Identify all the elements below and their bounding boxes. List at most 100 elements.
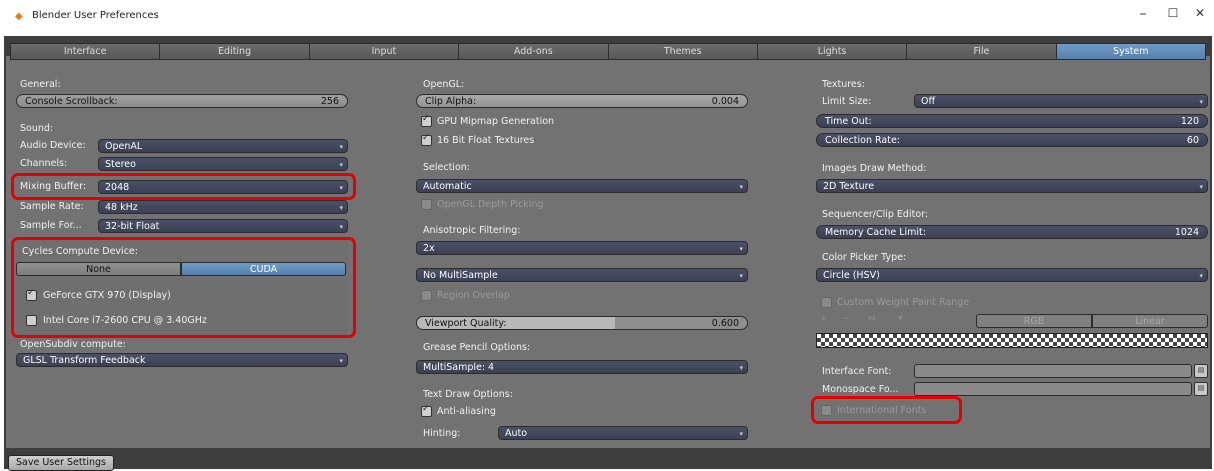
- dropdown-arrow-icon: ▾: [339, 161, 343, 169]
- hinting-dropdown[interactable]: Auto ▾: [498, 426, 748, 440]
- clip-alpha-label: Clip Alpha:: [425, 96, 477, 107]
- color-picker-dropdown[interactable]: Circle (HSV) ▾: [816, 268, 1208, 282]
- channels-dropdown[interactable]: Stereo ▾: [98, 157, 348, 171]
- timeout-field[interactable]: Time Out: 120: [816, 114, 1208, 128]
- highlight-cycles-device: [11, 237, 356, 338]
- console-scrollback-field[interactable]: Console Scrollback: 256: [16, 94, 348, 108]
- anisotropic-dropdown[interactable]: 2x ▾: [416, 241, 748, 255]
- multisample-dropdown[interactable]: No MultiSample ▾: [416, 268, 748, 282]
- custom-weight-label: Custom Weight Paint Range: [837, 297, 970, 308]
- limit-size-label: Limit Size:: [822, 96, 872, 107]
- monospace-font-input[interactable]: [914, 382, 1192, 396]
- ramp-remove-icon: −: [842, 314, 850, 324]
- viewport-quality-label: Viewport Quality:: [425, 318, 507, 329]
- dropdown-arrow-icon: ▾: [739, 430, 743, 438]
- textures-label: Textures:: [822, 79, 865, 90]
- weight-color-ramp[interactable]: [816, 333, 1208, 348]
- sample-rate-value: 48 kHz: [105, 202, 138, 213]
- ramp-flip-icon: ↔: [868, 314, 876, 324]
- highlight-mixing-buffer: [11, 173, 356, 200]
- selection-dropdown[interactable]: Automatic ▾: [416, 179, 748, 193]
- audio-device-label: Audio Device:: [20, 140, 86, 151]
- region-overlap-checkbox[interactable]: [421, 290, 432, 301]
- ramp-rgb-value: RGB: [1023, 316, 1045, 327]
- opensubdiv-dropdown[interactable]: GLSL Transform Feedback ▾: [16, 353, 348, 367]
- anti-aliasing-checkbox[interactable]: [421, 404, 432, 417]
- close-button[interactable]: ✕: [1188, 6, 1212, 20]
- hinting-label: Hinting:: [423, 428, 461, 439]
- window-titlebar: ◆ Blender User Preferences – ☐ ✕: [0, 0, 1214, 34]
- gpu-mipmap-checkbox[interactable]: [421, 114, 432, 127]
- tab-input[interactable]: Input: [308, 43, 459, 60]
- ramp-menu-icon: ▾: [898, 314, 903, 324]
- tab-system[interactable]: System: [1055, 43, 1206, 60]
- grease-pencil-dropdown[interactable]: MultiSample: 4 ▾: [416, 360, 748, 374]
- dropdown-arrow-icon: ▾: [739, 272, 743, 280]
- general-label: General:: [20, 79, 61, 90]
- tab-addons[interactable]: Add-ons: [458, 43, 608, 60]
- channels-label: Channels:: [20, 158, 68, 169]
- color-picker-label: Color Picker Type:: [822, 252, 907, 263]
- region-overlap-label: Region Overlap: [437, 290, 510, 301]
- limit-size-dropdown[interactable]: Off ▾: [914, 94, 1208, 108]
- memory-cache-field[interactable]: Memory Cache Limit: 1024: [816, 225, 1208, 239]
- folder-icon[interactable]: ▤: [1194, 382, 1208, 396]
- tab-themes[interactable]: Themes: [607, 43, 757, 60]
- opensubdiv-value: GLSL Transform Feedback: [23, 355, 146, 366]
- bottom-bar: [4, 450, 1212, 469]
- sound-label: Sound:: [20, 123, 54, 134]
- monospace-font-label: Monospace Fo...: [822, 384, 899, 395]
- tab-lights[interactable]: Lights: [756, 43, 907, 60]
- tab-editing[interactable]: Editing: [159, 43, 309, 60]
- ramp-toolbar: + − ↔ ▾: [816, 314, 976, 328]
- sample-format-label: Sample For...: [20, 220, 82, 231]
- dropdown-arrow-icon: ▾: [739, 364, 743, 372]
- anisotropic-label: Anisotropic Filtering:: [423, 225, 521, 236]
- multisample-value: No MultiSample: [423, 270, 498, 281]
- dropdown-arrow-icon: ▾: [339, 357, 343, 365]
- color-picker-value: Circle (HSV): [823, 270, 880, 281]
- audio-device-value: OpenAL: [105, 141, 143, 152]
- maximize-button[interactable]: ☐: [1161, 6, 1185, 20]
- viewport-quality-slider[interactable]: Viewport Quality: 0.600: [416, 316, 748, 330]
- float-textures-label: 16 Bit Float Textures: [437, 135, 535, 146]
- tab-file[interactable]: File: [906, 43, 1056, 60]
- viewport-quality-value: 0.600: [711, 318, 739, 329]
- memory-cache-label: Memory Cache Limit:: [825, 227, 926, 238]
- ramp-linear-dropdown[interactable]: Linear: [1092, 314, 1208, 328]
- folder-icon[interactable]: ▤: [1194, 364, 1208, 378]
- audio-device-dropdown[interactable]: OpenAL ▾: [98, 139, 348, 153]
- depth-picking-checkbox[interactable]: [421, 199, 432, 210]
- interface-font-label: Interface Font:: [822, 366, 892, 377]
- dropdown-arrow-icon: ▾: [339, 143, 343, 151]
- sample-rate-label: Sample Rate:: [20, 201, 84, 212]
- channels-value: Stereo: [105, 159, 136, 170]
- ramp-add-icon: +: [820, 314, 828, 324]
- collection-rate-field[interactable]: Collection Rate: 60: [816, 133, 1208, 147]
- gpu-mipmap-label: GPU Mipmap Generation: [437, 116, 555, 127]
- sample-format-dropdown[interactable]: 32-bit Float ▾: [98, 219, 348, 233]
- images-draw-dropdown[interactable]: 2D Texture ▾: [816, 179, 1208, 193]
- sample-rate-dropdown[interactable]: 48 kHz ▾: [98, 200, 348, 214]
- highlight-international-fonts: [811, 396, 962, 424]
- float-textures-checkbox[interactable]: [421, 133, 432, 146]
- sample-format-value: 32-bit Float: [105, 221, 160, 232]
- opensubdiv-label: OpenSubdiv compute:: [20, 339, 126, 350]
- dropdown-arrow-icon: ▾: [1199, 272, 1203, 280]
- custom-weight-checkbox[interactable]: [821, 297, 832, 308]
- hinting-value: Auto: [505, 428, 528, 439]
- timeout-label: Time Out:: [825, 116, 872, 127]
- console-scrollback-label: Console Scrollback:: [25, 96, 118, 107]
- window-title: Blender User Preferences: [32, 10, 159, 21]
- images-draw-value: 2D Texture: [823, 181, 875, 192]
- minimize-button[interactable]: –: [1131, 6, 1155, 22]
- anisotropic-value: 2x: [423, 243, 435, 254]
- clip-alpha-field[interactable]: Clip Alpha: 0.004: [416, 94, 748, 108]
- tab-interface[interactable]: Interface: [10, 43, 160, 60]
- limit-size-value: Off: [921, 96, 936, 107]
- depth-picking-label: OpenGL Depth Picking: [437, 199, 544, 210]
- ramp-rgb-dropdown[interactable]: RGB: [976, 314, 1092, 328]
- interface-font-input[interactable]: [914, 364, 1192, 378]
- dropdown-arrow-icon: ▾: [739, 245, 743, 253]
- ramp-linear-value: Linear: [1135, 316, 1165, 327]
